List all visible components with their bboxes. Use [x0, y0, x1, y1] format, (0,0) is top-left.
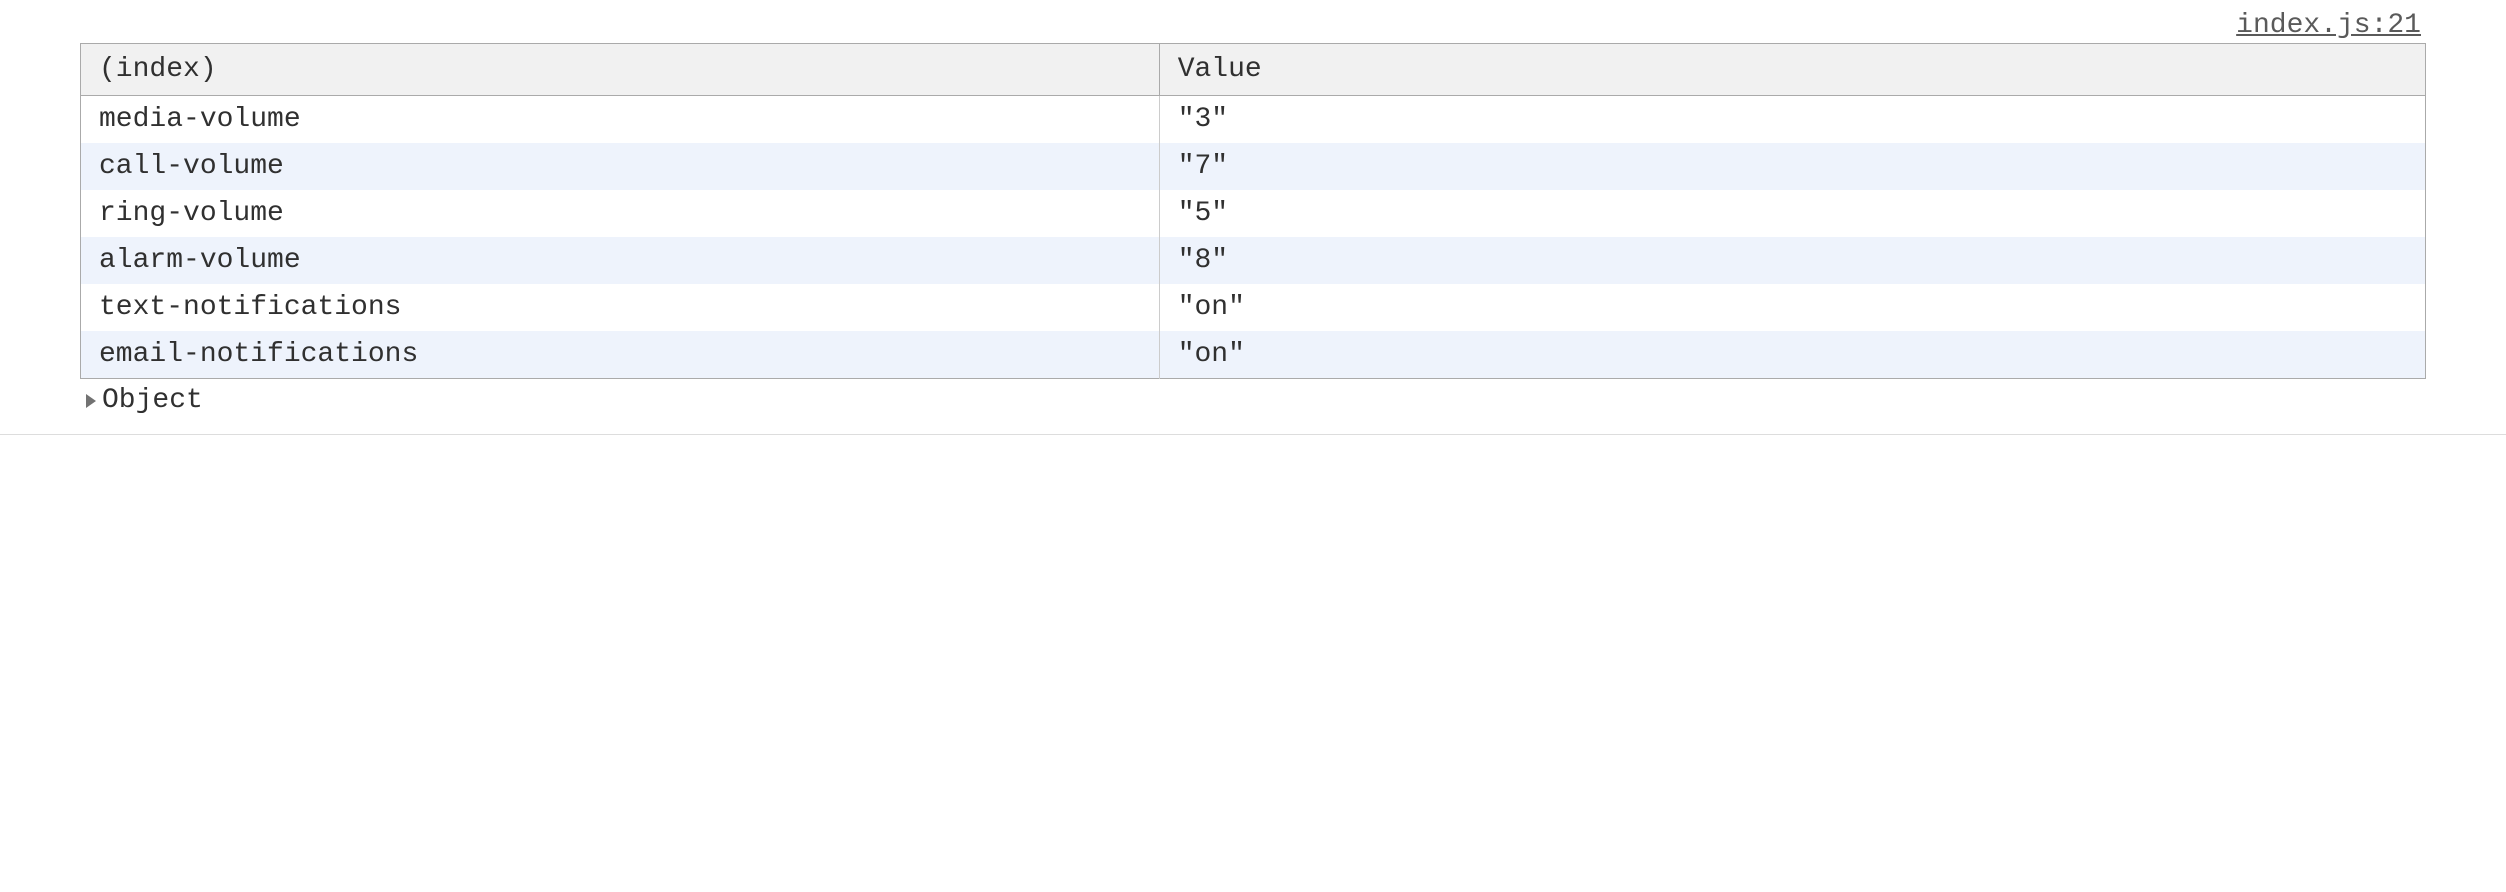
- index-cell: text-notifications: [81, 284, 1160, 331]
- console-table: (index) Value media-volume "3" call-volu…: [80, 43, 2426, 379]
- source-link[interactable]: index.js:21: [80, 10, 2426, 41]
- divider: [0, 434, 2506, 435]
- table-row: alarm-volume "8": [81, 237, 2426, 284]
- value-cell: "7": [1159, 143, 2425, 190]
- console-output: index.js:21 (index) Value media-volume "…: [0, 10, 2506, 416]
- index-cell: call-volume: [81, 143, 1160, 190]
- table-row: email-notifications "on": [81, 331, 2426, 379]
- table-row: media-volume "3": [81, 96, 2426, 144]
- header-index[interactable]: (index): [81, 44, 1160, 96]
- value-cell: "3": [1159, 96, 2425, 144]
- table-row: call-volume "7": [81, 143, 2426, 190]
- object-label: Object: [102, 385, 203, 416]
- index-cell: media-volume: [81, 96, 1160, 144]
- table-row: ring-volume "5": [81, 190, 2426, 237]
- index-cell: ring-volume: [81, 190, 1160, 237]
- header-value[interactable]: Value: [1159, 44, 2425, 96]
- value-cell: "on": [1159, 331, 2425, 379]
- value-cell: "on": [1159, 284, 2425, 331]
- table-row: text-notifications "on": [81, 284, 2426, 331]
- object-expand-toggle[interactable]: Object: [80, 379, 2426, 416]
- value-cell: "5": [1159, 190, 2425, 237]
- triangle-right-icon: [86, 394, 96, 408]
- value-cell: "8": [1159, 237, 2425, 284]
- table-header-row: (index) Value: [81, 44, 2426, 96]
- index-cell: alarm-volume: [81, 237, 1160, 284]
- index-cell: email-notifications: [81, 331, 1160, 379]
